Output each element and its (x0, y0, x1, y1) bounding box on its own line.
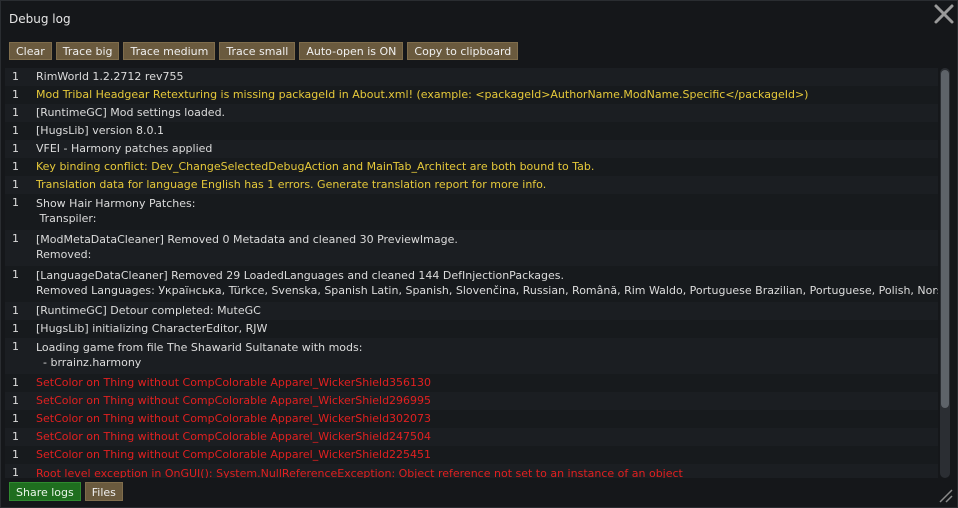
log-entry-count: 1 (12, 232, 19, 245)
window-title: Debug log (9, 12, 71, 26)
log-entry-count: 1 (12, 340, 19, 353)
log-entry[interactable]: 1 VFEI - Harmony patches applied (5, 140, 938, 158)
log-entry-line: Translation data for language English ha… (36, 178, 547, 191)
log-entry-message: Root level exception in OnGUI(): System.… (36, 464, 938, 478)
log-entry-count: 1 (12, 70, 19, 83)
log-entry[interactable]: 1 Loading game from file The Shawarid Sul… (5, 338, 938, 374)
log-entry[interactable]: 1 SetColor on Thing without CompColorable… (5, 392, 938, 410)
log-entry-message: [RuntimeGC] Detour completed: MuteGC (36, 302, 938, 320)
log-entry-count: 1 (12, 160, 19, 173)
toolbar: Clear Trace big Trace medium Trace small… (9, 42, 519, 60)
log-entry[interactable]: 1 Translation data for language English h… (5, 176, 938, 194)
log-entry-count: 1 (12, 394, 19, 407)
log-entry-count: 1 (12, 466, 19, 478)
log-entry-line: SetColor on Thing without CompColorable … (36, 448, 432, 461)
files-button[interactable]: Files (84, 482, 123, 501)
log-entry-message: [LanguageDataCleaner] Removed 29 LoadedL… (36, 266, 938, 302)
log-entry-message: SetColor on Thing without CompColorable … (36, 446, 938, 464)
log-entry[interactable]: 1 SetColor on Thing without CompColorable… (5, 428, 938, 446)
close-button[interactable] (933, 3, 955, 25)
log-entry-count: 1 (12, 448, 19, 461)
log-entry-message: Translation data for language English ha… (36, 176, 938, 194)
log-entry-count: 1 (12, 376, 19, 389)
log-entry-message: SetColor on Thing without CompColorable … (36, 392, 938, 410)
log-entry-count: 1 (12, 178, 19, 191)
log-entry[interactable]: 1 [ModMetaDataCleaner] Removed 0 Metadata… (5, 230, 938, 266)
log-entry-message: Loading game from file The Shawarid Sult… (36, 338, 938, 374)
log-entry[interactable]: 1 RimWorld 1.2.2712 rev755 (5, 68, 938, 86)
log-entry-count: 1 (12, 412, 19, 425)
log-entry-line: Transpiler: (36, 212, 97, 225)
scrollbar-thumb[interactable] (941, 70, 949, 408)
log-entry-line: Show Hair Harmony Patches: (36, 197, 196, 210)
log-entry-line: SetColor on Thing without CompColorable … (36, 394, 432, 407)
log-entry-message: [HugsLib] version 8.0.1 (36, 122, 938, 140)
log-entry-line: Mod Tribal Headgear Retexturing is missi… (36, 88, 809, 101)
log-entry-count: 1 (12, 88, 19, 101)
log-entry-count: 1 (12, 430, 19, 443)
close-icon (934, 4, 954, 24)
bottom-bar: Share logs Files (9, 482, 123, 501)
log-entry-line: Root level exception in OnGUI(): System.… (36, 467, 683, 478)
log-entry-line: SetColor on Thing without CompColorable … (36, 412, 432, 425)
log-entry-line: Loading game from file The Shawarid Sult… (36, 341, 363, 354)
log-entry[interactable]: 1 [RuntimeGC] Mod settings loaded. (5, 104, 938, 122)
log-entry[interactable]: 1 Mod Tribal Headgear Retexturing is miss… (5, 86, 938, 104)
log-entry-count: 1 (12, 124, 19, 137)
log-entry[interactable]: 1 Show Hair Harmony Patches: Transpiler: (5, 194, 938, 230)
trace-medium-button[interactable]: Trace medium (123, 42, 216, 60)
copy-to-clipboard-button[interactable]: Copy to clipboard (407, 42, 519, 60)
log-entry-line: - brrainz.harmony (36, 356, 142, 369)
log-entry-line: Removed Languages: Українська, Türkce, S… (36, 284, 938, 297)
log-entry[interactable]: 1 Key binding conflict: Dev_ChangeSelecte… (5, 158, 938, 176)
log-entry-line: [RuntimeGC] Mod settings loaded. (36, 106, 226, 119)
trace-big-button[interactable]: Trace big (55, 42, 120, 60)
log-entry-line: SetColor on Thing without CompColorable … (36, 430, 432, 443)
log-entry-line: Removed: (36, 248, 92, 261)
log-entry[interactable]: 1 [HugsLib] version 8.0.1 (5, 122, 938, 140)
log-entry-count: 1 (12, 196, 19, 209)
log-entry-line: VFEI - Harmony patches applied (36, 142, 213, 155)
auto-open-toggle[interactable]: Auto-open is ON (299, 42, 404, 60)
log-entry-line: Key binding conflict: Dev_ChangeSelected… (36, 160, 595, 173)
log-entry-count: 1 (12, 142, 19, 155)
log-entry[interactable]: 1 SetColor on Thing without CompColorable… (5, 446, 938, 464)
log-entry[interactable]: 1 [LanguageDataCleaner] Removed 29 Loaded… (5, 266, 938, 302)
log-entry-line: [HugsLib] initializing CharacterEditor, … (36, 322, 268, 335)
log-scrollbar[interactable] (940, 68, 950, 478)
log-entry-message: RimWorld 1.2.2712 rev755 (36, 68, 938, 86)
log-entry[interactable]: 1 [HugsLib] initializing CharacterEditor,… (5, 320, 938, 338)
log-entry-message: Show Hair Harmony Patches: Transpiler: (36, 194, 938, 230)
log-entry-count: 1 (12, 304, 19, 317)
log-entry-line: [HugsLib] version 8.0.1 (36, 124, 164, 137)
log-entry[interactable]: 1 [RuntimeGC] Detour completed: MuteGC (5, 302, 938, 320)
log-entry-message: SetColor on Thing without CompColorable … (36, 428, 938, 446)
log-entry-line: RimWorld 1.2.2712 rev755 (36, 70, 184, 83)
log-entry-message: SetColor on Thing without CompColorable … (36, 410, 938, 428)
log-entry[interactable]: 1 SetColor on Thing without CompColorable… (5, 410, 938, 428)
log-entry[interactable]: 1 Root level exception in OnGUI(): System… (5, 464, 938, 478)
resize-handle[interactable] (937, 487, 953, 503)
log-entry-message: VFEI - Harmony patches applied (36, 140, 938, 158)
log-entry-count: 1 (12, 322, 19, 335)
share-logs-button[interactable]: Share logs (9, 482, 81, 501)
debug-log-window: Debug log Clear Trace big Trace medium T… (0, 0, 958, 508)
log-entry-message: SetColor on Thing without CompColorable … (36, 374, 938, 392)
log-entry-message: Key binding conflict: Dev_ChangeSelected… (36, 158, 938, 176)
log-entry-line: [ModMetaDataCleaner] Removed 0 Metadata … (36, 233, 458, 246)
resize-grip-icon (939, 489, 953, 503)
log-entry-message: [ModMetaDataCleaner] Removed 0 Metadata … (36, 230, 938, 266)
clear-button[interactable]: Clear (9, 42, 52, 60)
trace-small-button[interactable]: Trace small (219, 42, 296, 60)
log-entry-line: [RuntimeGC] Detour completed: MuteGC (36, 304, 261, 317)
log-entry-message: [RuntimeGC] Mod settings loaded. (36, 104, 938, 122)
log-entry-count: 1 (12, 268, 19, 281)
log-entry-message: [HugsLib] initializing CharacterEditor, … (36, 320, 938, 338)
log-entry-line: [LanguageDataCleaner] Removed 29 LoadedL… (36, 269, 565, 282)
log-entry-count: 1 (12, 106, 19, 119)
log-entry-message: Mod Tribal Headgear Retexturing is missi… (36, 86, 938, 104)
log-list[interactable]: 1 RimWorld 1.2.2712 rev755 1 Mod Tribal Hea… (5, 68, 938, 478)
log-entry[interactable]: 1 SetColor on Thing without CompColorable… (5, 374, 938, 392)
log-entry-line: SetColor on Thing without CompColorable … (36, 376, 432, 389)
